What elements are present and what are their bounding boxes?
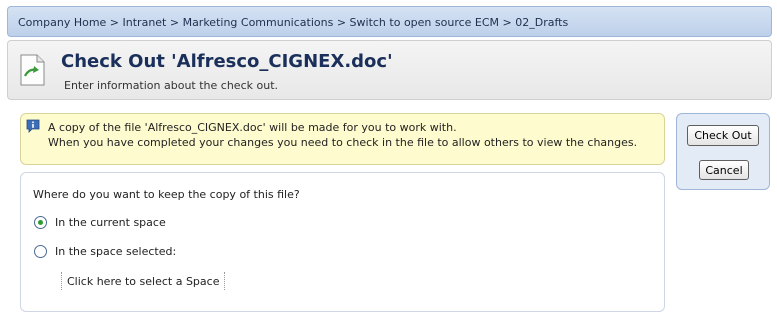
breadcrumb-path[interactable]: Company Home > Intranet > Marketing Comm… xyxy=(18,16,568,29)
page-header: Check Out 'Alfresco_CIGNEX.doc' Enter in… xyxy=(7,40,772,100)
cancel-button[interactable]: Cancel xyxy=(699,160,749,180)
info-text-line2: When you have completed your changes you… xyxy=(48,136,638,149)
action-panel: Check Out Cancel xyxy=(676,113,770,190)
check-out-button[interactable]: Check Out xyxy=(687,125,759,146)
current-space-label[interactable]: In the current space xyxy=(55,216,166,229)
info-message: A copy of the file 'Alfresco_CIGNEX.doc'… xyxy=(20,113,665,165)
select-space-link[interactable]: Click here to select a Space xyxy=(61,272,226,290)
selected-space-label[interactable]: In the space selected: xyxy=(55,245,176,258)
location-question: Where do you want to keep the copy of th… xyxy=(33,188,300,201)
checkout-options-form: Where do you want to keep the copy of th… xyxy=(20,172,665,312)
page-title: Check Out 'Alfresco_CIGNEX.doc' xyxy=(61,51,393,72)
document-checkout-icon xyxy=(18,54,46,86)
current-space-radio[interactable] xyxy=(34,216,47,229)
info-icon xyxy=(26,119,40,133)
breadcrumb: Company Home > Intranet > Marketing Comm… xyxy=(7,6,772,37)
info-text-line1: A copy of the file 'Alfresco_CIGNEX.doc'… xyxy=(48,121,457,134)
page-subtitle: Enter information about the check out. xyxy=(64,79,279,92)
selected-space-radio[interactable] xyxy=(34,245,47,258)
